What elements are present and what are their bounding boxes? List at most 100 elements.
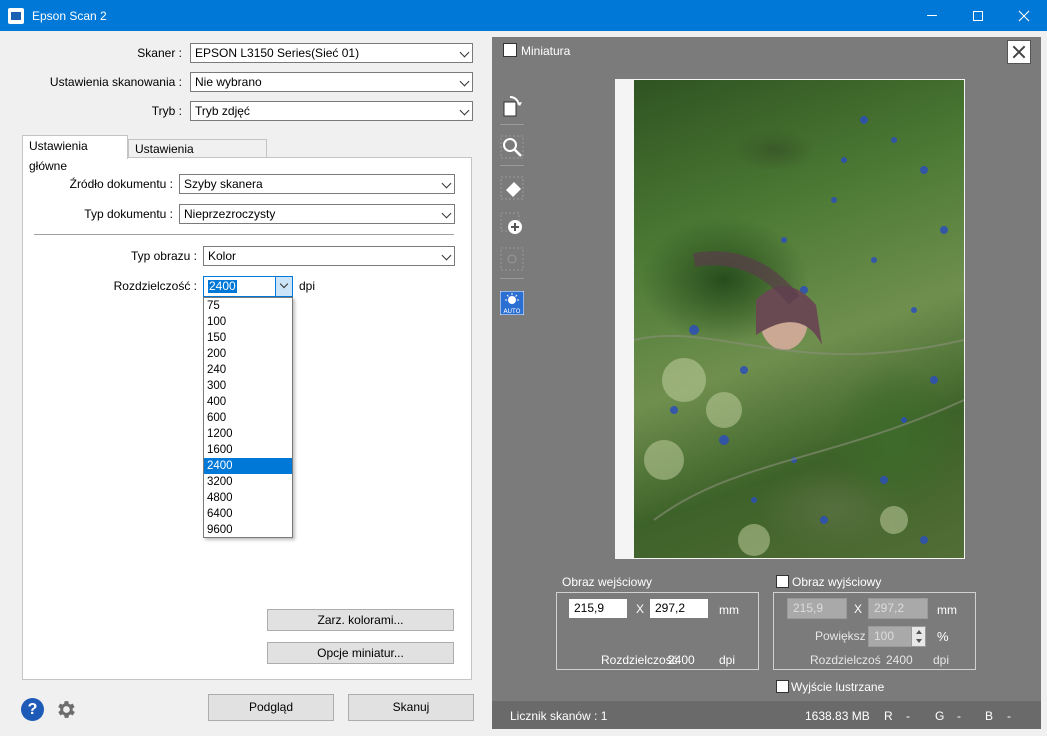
input-image-title: Obraz wejściowy <box>559 575 656 589</box>
output-scale-field[interactable]: 100 <box>868 626 912 647</box>
input-resolution-label: Rozdzielczość <box>601 653 678 667</box>
image-type-label: Typ obrazu : <box>130 249 197 263</box>
help-icon[interactable]: ? <box>21 698 44 721</box>
resolution-option[interactable]: 300 <box>204 378 292 394</box>
resolution-option[interactable]: 600 <box>204 410 292 426</box>
input-unit: mm <box>719 603 739 617</box>
resolution-option[interactable]: 9600 <box>204 522 292 538</box>
status-bar: Licznik skanów : 1 1638.83 MB R - G - B … <box>492 701 1041 729</box>
output-unit: mm <box>937 603 957 617</box>
scanner-select[interactable]: EPSON L3150 Series(Sieć 01) <box>190 43 473 63</box>
close-preview-button[interactable] <box>1007 40 1031 64</box>
close-window-button[interactable] <box>1001 0 1047 31</box>
resolution-option[interactable]: 200 <box>204 346 292 362</box>
mode-select[interactable]: Tryb zdjęć <box>190 101 473 121</box>
resolution-option[interactable]: 2400 <box>204 458 292 474</box>
mirror-output-checkbox[interactable] <box>776 680 789 693</box>
scan-counter: Licznik skanów : 1 <box>510 709 608 723</box>
input-x-separator: X <box>636 602 645 616</box>
memory-size: 1638.83 MB <box>805 709 870 723</box>
thumbnail-options-button[interactable]: Opcje miniatur... <box>267 642 454 664</box>
output-x-separator: X <box>854 602 863 616</box>
scale-spinner[interactable] <box>911 626 926 647</box>
color-management-button[interactable]: Zarz. kolorami... <box>267 609 454 631</box>
tab-main-settings[interactable]: Ustawienia główne <box>22 135 128 173</box>
spin-up-icon[interactable] <box>916 630 922 634</box>
document-source-select[interactable]: Szyby skanera <box>179 174 455 194</box>
output-resolution-value: 2400 <box>886 653 913 667</box>
channel-r-label: R <box>884 709 893 723</box>
channel-g-value: - <box>957 709 961 723</box>
resolution-select[interactable]: 2400 <box>203 276 293 297</box>
resolution-option[interactable]: 240 <box>204 362 292 378</box>
chevron-down-icon <box>441 208 452 219</box>
resolution-dropdown-list: 75 100 150 200 240 300 400 600 1200 1600 2400 3200 4… <box>203 297 293 538</box>
document-type-value: Nieprzezroczysty <box>184 207 276 221</box>
minimize-button[interactable] <box>909 0 955 31</box>
section-divider <box>34 234 454 235</box>
preview-image[interactable] <box>634 80 964 558</box>
resolution-option[interactable]: 75 <box>204 298 292 314</box>
title-bar: Epson Scan 2 <box>0 0 1047 31</box>
chevron-down-icon <box>459 47 470 58</box>
output-image-title: Obraz wyjściowy <box>789 575 885 589</box>
gear-icon[interactable] <box>54 698 77 721</box>
chevron-down-icon <box>279 279 289 289</box>
toolbar-divider <box>500 165 524 166</box>
erase-frame-icon[interactable] <box>500 176 524 200</box>
add-frame-icon[interactable] <box>500 212 524 236</box>
resolution-option[interactable]: 6400 <box>204 506 292 522</box>
output-height-field[interactable]: 297,2 <box>868 598 928 619</box>
chevron-down-icon <box>441 178 452 189</box>
zoom-icon[interactable] <box>500 135 524 159</box>
output-resolution-label: Rozdzielczoś <box>810 653 881 667</box>
epson-scan-app-icon <box>8 7 24 24</box>
chevron-down-icon <box>441 250 452 261</box>
input-height-field[interactable]: 297,2 <box>649 598 709 619</box>
image-type-value: Kolor <box>208 249 237 263</box>
input-resolution-value: 2400 <box>668 653 695 667</box>
window-title: Epson Scan 2 <box>32 8 107 23</box>
resolution-option[interactable]: 400 <box>204 394 292 410</box>
spin-down-icon[interactable] <box>916 639 922 643</box>
output-scale-label: Powiększ <box>815 629 866 643</box>
channel-b-value: - <box>1007 709 1011 723</box>
output-width-field[interactable]: 215,9 <box>787 598 847 619</box>
resolution-option[interactable]: 1200 <box>204 426 292 442</box>
output-scale-unit: % <box>937 629 949 644</box>
channel-r-value: - <box>906 709 910 723</box>
document-type-select[interactable]: Nieprzezroczysty <box>179 204 455 224</box>
resolution-option[interactable]: 3200 <box>204 474 292 490</box>
resolution-option[interactable]: 100 <box>204 314 292 330</box>
maximize-button[interactable] <box>955 0 1001 31</box>
document-type-label: Typ dokumentu : <box>84 207 173 221</box>
toolbar-divider <box>500 124 524 125</box>
resolution-option[interactable]: 1600 <box>204 442 292 458</box>
output-image-checkbox[interactable] <box>776 575 789 588</box>
auto-exposure-icon[interactable]: AUTO <box>500 291 524 315</box>
scanner-select-value: EPSON L3150 Series(Sieć 01) <box>195 46 360 60</box>
resolution-label: Rozdzielczość : <box>113 279 197 293</box>
input-width-field[interactable]: 215,9 <box>568 598 628 619</box>
copy-frame-icon[interactable] <box>500 247 524 271</box>
close-icon <box>1018 10 1030 21</box>
minimize-icon <box>927 15 937 16</box>
document-source-label: Źródło dokumentu : <box>69 177 173 191</box>
thumbnail-checkbox[interactable] <box>503 43 517 57</box>
scan-settings-select[interactable]: Nie wybrano <box>190 72 473 92</box>
scan-button[interactable]: Skanuj <box>348 694 474 721</box>
image-type-select[interactable]: Kolor <box>203 246 455 266</box>
tab-advanced-settings[interactable]: Ustawienia zaawansowane <box>128 139 267 174</box>
resolution-option[interactable]: 4800 <box>204 490 292 506</box>
resolution-value: 2400 <box>208 279 237 293</box>
mode-label: Tryb : <box>151 104 182 118</box>
preview-photo <box>634 116 964 556</box>
svg-text:AUTO: AUTO <box>504 308 521 315</box>
preview-button[interactable]: Podgląd <box>208 694 334 721</box>
channel-b-label: B <box>985 709 994 723</box>
rotate-icon[interactable] <box>500 94 524 118</box>
resolution-option[interactable]: 150 <box>204 330 292 346</box>
resolution-dropdown-button[interactable] <box>275 277 292 296</box>
mode-select-value: Tryb zdjęć <box>195 104 250 118</box>
scanner-label: Skaner : <box>137 46 182 60</box>
